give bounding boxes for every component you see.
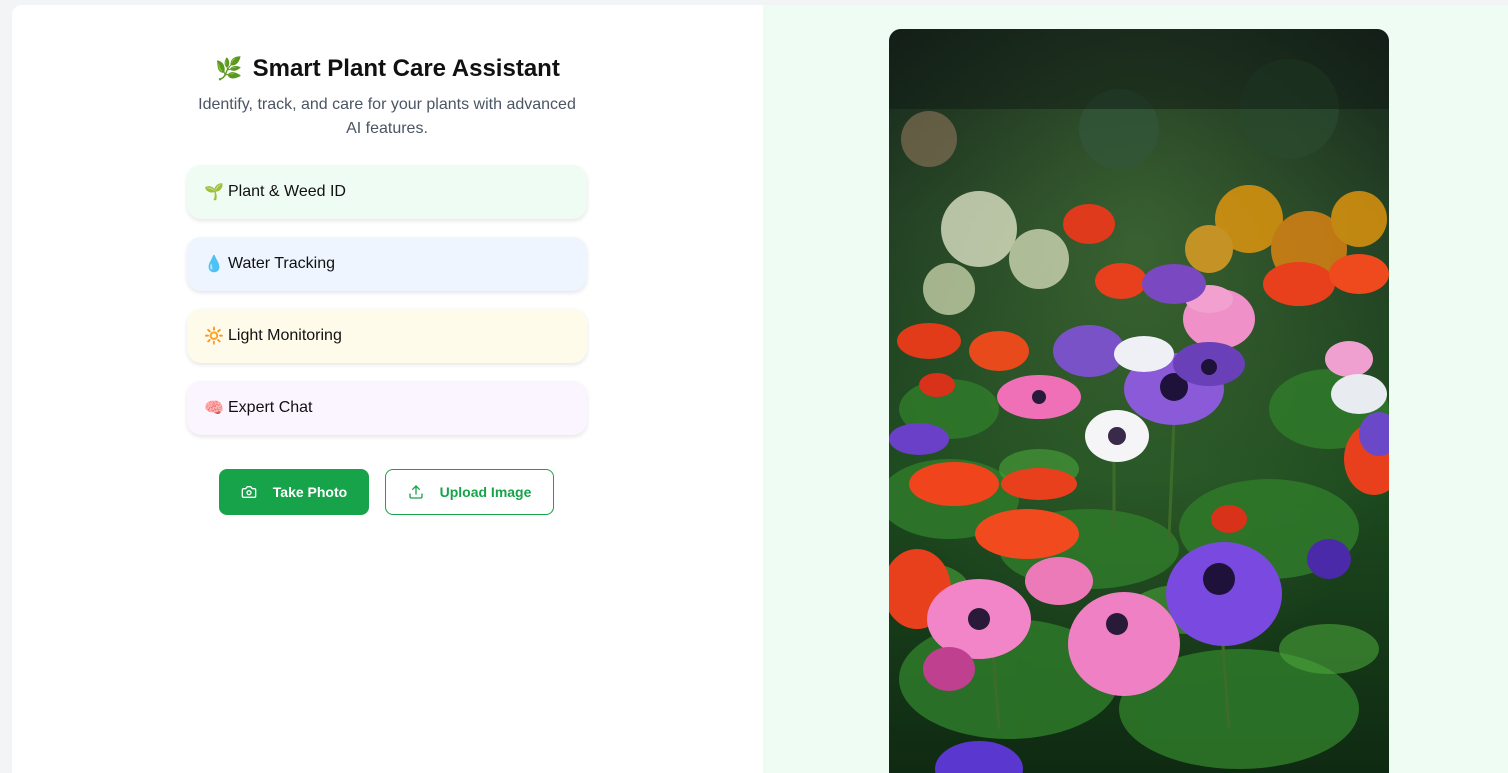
left-panel: 🌿 Smart Plant Care Assistant Identify, t… — [12, 5, 763, 773]
herb-icon: 🌿 — [215, 56, 243, 81]
sun-icon: 🔆 — [204, 328, 224, 345]
seedling-icon: 🌱 — [204, 184, 224, 201]
feature-label: Expert Chat — [228, 399, 313, 416]
take-photo-button[interactable]: Take Photo — [219, 469, 369, 515]
brain-icon: 🧠 — [204, 400, 224, 417]
feature-water-tracking[interactable]: 💧 Water Tracking — [187, 237, 587, 291]
feature-label: Water Tracking — [228, 255, 335, 272]
camera-icon — [241, 484, 257, 500]
feature-plant-weed-id[interactable]: 🌱 Plant & Weed ID — [187, 165, 587, 219]
title-row: 🌿 Smart Plant Care Assistant — [12, 55, 763, 83]
page-title: Smart Plant Care Assistant — [252, 55, 560, 82]
feature-label: Light Monitoring — [228, 327, 342, 344]
right-panel — [763, 5, 1508, 773]
upload-image-label: Upload Image — [439, 484, 532, 500]
droplet-icon: 💧 — [204, 256, 224, 273]
feature-light-monitoring[interactable]: 🔆 Light Monitoring — [187, 309, 587, 363]
upload-image-button[interactable]: Upload Image — [385, 469, 554, 515]
flower-garden-photo — [889, 29, 1389, 773]
feature-expert-chat[interactable]: 🧠 Expert Chat — [187, 381, 587, 435]
upload-icon — [408, 484, 424, 500]
page-subtitle: Identify, track, and care for your plant… — [198, 96, 576, 137]
feature-label: Plant & Weed ID — [228, 183, 346, 200]
take-photo-label: Take Photo — [272, 484, 348, 500]
